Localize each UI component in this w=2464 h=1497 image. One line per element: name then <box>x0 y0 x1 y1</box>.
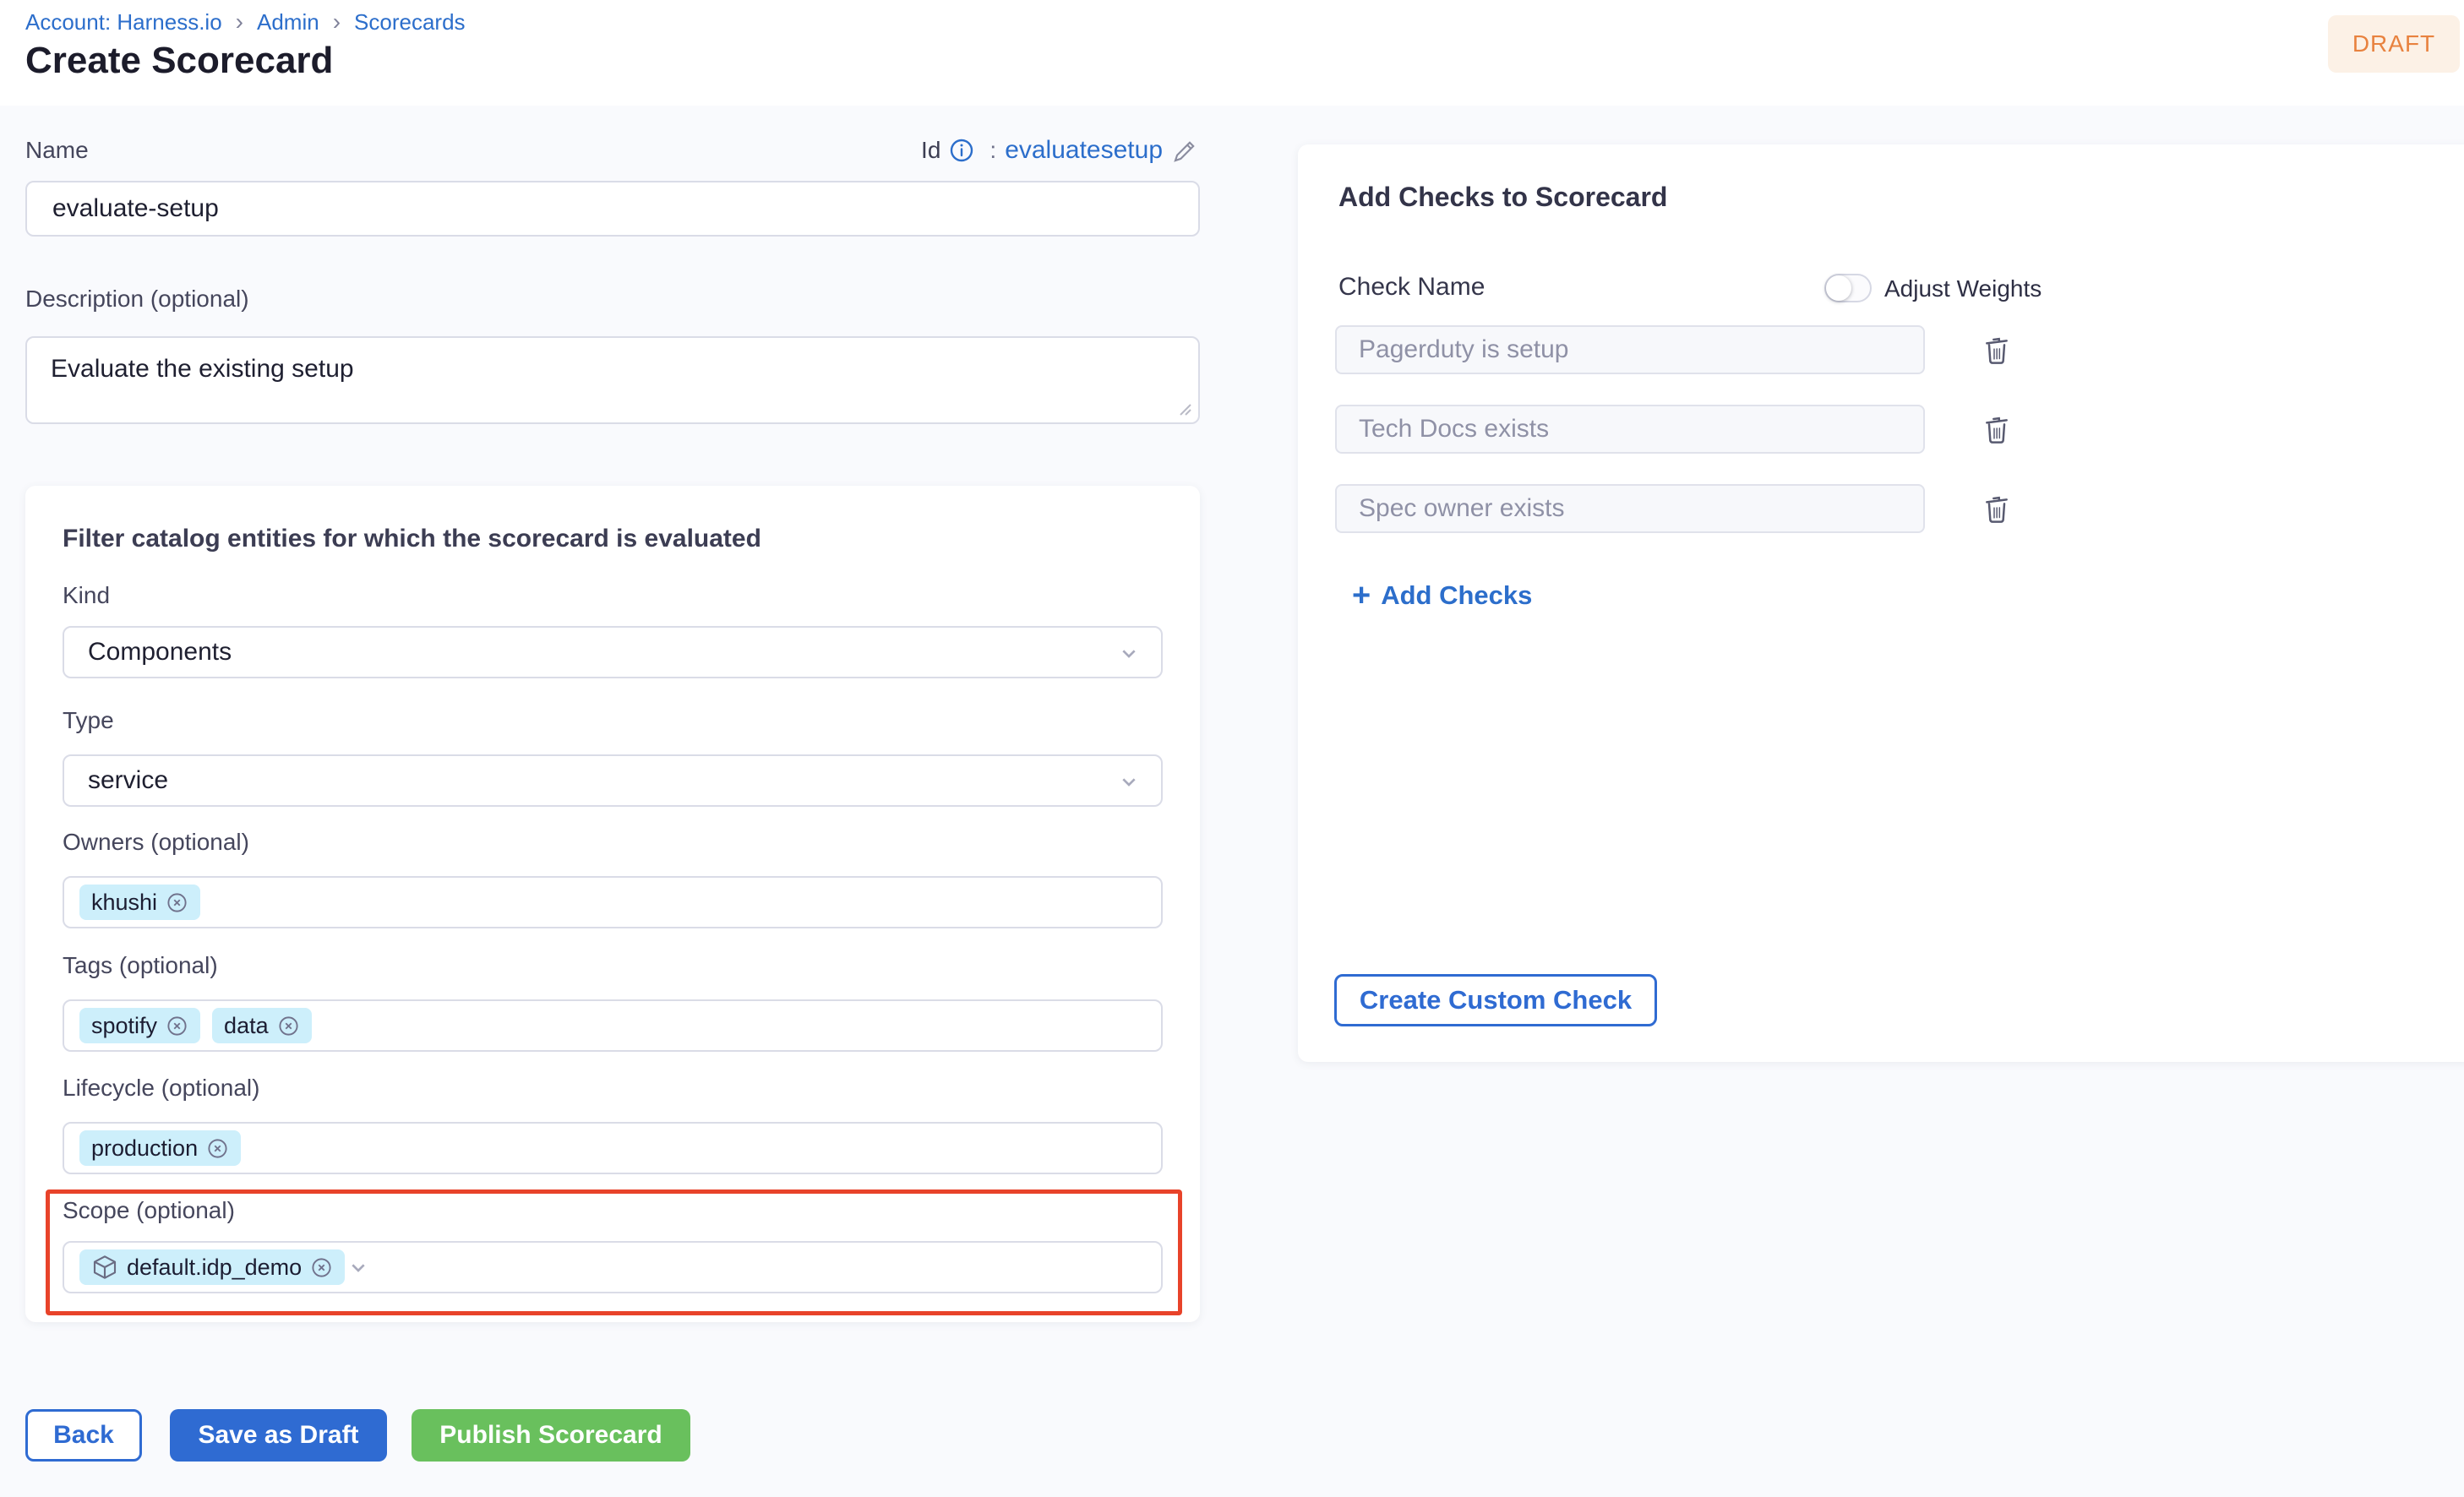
cube-icon <box>91 1254 118 1281</box>
owners-input[interactable]: khushi <box>63 876 1163 928</box>
chip-label: default.idp_demo <box>127 1255 302 1281</box>
owner-chip: khushi <box>79 885 200 920</box>
checks-list: Pagerduty is setup Tech Docs exists <box>1335 325 2016 533</box>
toggle-knob <box>1826 275 1851 301</box>
remove-chip-icon[interactable] <box>166 1015 188 1037</box>
breadcrumb: Account: Harness.ioAdminScorecards <box>25 8 466 35</box>
check-name-label: Check Name <box>1338 273 1485 302</box>
page-title: Create Scorecard <box>25 40 333 82</box>
adjust-weights-label: Adjust Weights <box>1884 275 2042 302</box>
scorecard-id-row: Id : evaluatesetup <box>921 136 1200 165</box>
remove-chip-icon[interactable] <box>310 1256 333 1279</box>
remove-chip-icon[interactable] <box>206 1137 229 1160</box>
description-input[interactable]: Evaluate the existing setup <box>25 336 1200 424</box>
chip-label: spotify <box>91 1013 157 1039</box>
breadcrumb-link[interactable]: Admin <box>257 8 354 35</box>
remove-chip-icon[interactable] <box>277 1015 300 1037</box>
check-name-input[interactable]: Pagerduty is setup <box>1335 325 1925 374</box>
filter-heading: Filter catalog entities for which the sc… <box>63 525 761 553</box>
checks-panel-heading: Add Checks to Scorecard <box>1338 182 1667 213</box>
name-input[interactable] <box>25 181 1200 237</box>
chevron-down-icon <box>1115 640 1142 667</box>
check-name-input[interactable]: Tech Docs exists <box>1335 405 1925 454</box>
chevron-down-icon <box>1115 768 1142 795</box>
chevron-down-icon <box>345 1254 372 1281</box>
back-button[interactable]: Back <box>25 1409 142 1462</box>
tag-chip: data <box>212 1008 312 1043</box>
id-separator: : <box>989 137 996 164</box>
kind-label: Kind <box>63 582 110 609</box>
top-header: Account: Harness.ioAdminScorecards Creat… <box>0 0 2464 106</box>
tags-input[interactable]: spotify data <box>63 999 1163 1052</box>
description-label: Description (optional) <box>25 286 249 313</box>
trash-icon <box>1980 492 2014 525</box>
add-checks-label: Add Checks <box>1381 580 1532 611</box>
check-row: Spec owner exists <box>1335 484 2016 533</box>
filter-card: Filter catalog entities for which the sc… <box>25 486 1200 1322</box>
tag-chip: spotify <box>79 1008 200 1043</box>
chip-label: khushi <box>91 890 157 916</box>
adjust-weights-toggle[interactable] <box>1824 274 1872 302</box>
scope-label: Scope (optional) <box>63 1197 235 1224</box>
delete-check-button[interactable] <box>1977 489 2016 528</box>
status-badge: DRAFT <box>2328 15 2460 73</box>
scope-select[interactable]: default.idp_demo <box>63 1241 1163 1293</box>
id-label: Id <box>921 137 940 164</box>
delete-check-button[interactable] <box>1977 410 2016 449</box>
scope-chip: default.idp_demo <box>79 1249 345 1285</box>
chip-label: production <box>91 1135 198 1162</box>
lifecycle-label: Lifecycle (optional) <box>63 1075 259 1102</box>
check-name-input[interactable]: Spec owner exists <box>1335 484 1925 533</box>
lifecycle-input[interactable]: production <box>63 1122 1163 1174</box>
add-checks-panel: Add Checks to Scorecard Check Name Adjus… <box>1298 144 2464 1062</box>
edit-id-icon[interactable] <box>1171 136 1200 165</box>
publish-scorecard-button[interactable]: Publish Scorecard <box>412 1409 690 1462</box>
create-custom-check-button[interactable]: Create Custom Check <box>1334 974 1657 1026</box>
breadcrumb-link[interactable]: Scorecards <box>354 9 466 35</box>
kind-select[interactable]: Components <box>63 626 1163 678</box>
check-row: Tech Docs exists <box>1335 405 2016 454</box>
type-select[interactable]: service <box>63 754 1163 807</box>
name-label: Name <box>25 137 89 164</box>
chip-label: data <box>224 1013 269 1039</box>
plus-icon: + <box>1352 583 1371 608</box>
trash-icon <box>1980 333 2014 367</box>
delete-check-button[interactable] <box>1977 330 2016 369</box>
check-row: Pagerduty is setup <box>1335 325 2016 374</box>
kind-value: Components <box>88 638 232 667</box>
lifecycle-chip: production <box>79 1130 241 1166</box>
resize-grip-icon[interactable] <box>1173 397 1193 417</box>
type-label: Type <box>63 707 114 734</box>
breadcrumb-link[interactable]: Account: Harness.io <box>25 8 257 35</box>
add-checks-button[interactable]: + Add Checks <box>1347 577 1537 614</box>
trash-icon <box>1980 412 2014 446</box>
info-icon[interactable] <box>949 138 974 163</box>
type-value: service <box>88 766 168 795</box>
scorecard-id-value[interactable]: evaluatesetup <box>1005 136 1163 165</box>
owners-label: Owners (optional) <box>63 829 249 856</box>
save-as-draft-button[interactable]: Save as Draft <box>170 1409 387 1462</box>
remove-chip-icon[interactable] <box>166 891 188 914</box>
tags-label: Tags (optional) <box>63 952 218 979</box>
name-id-row: Name Id : evaluatesetup <box>25 132 1200 169</box>
